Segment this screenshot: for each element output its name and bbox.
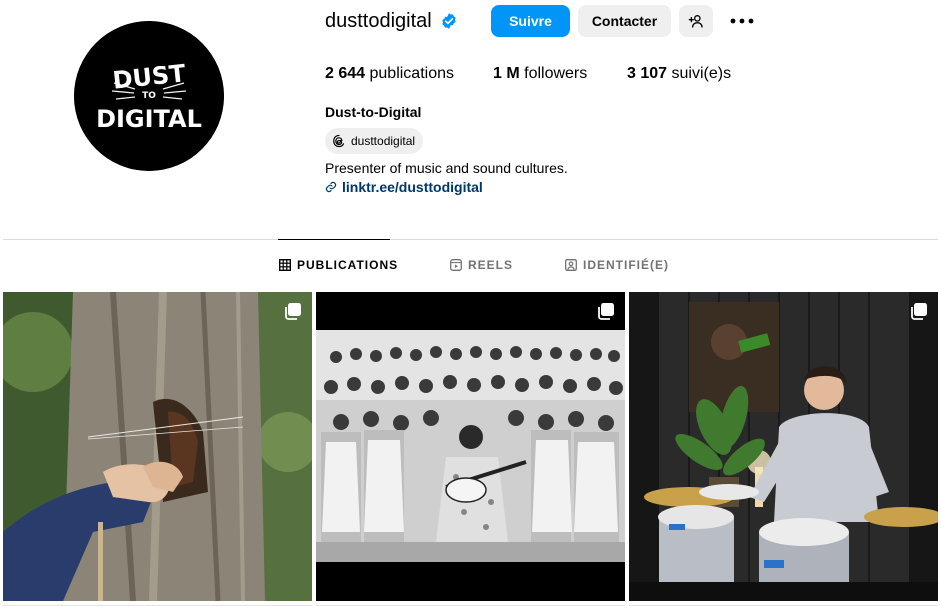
tab-tagged[interactable]: IDENTIFIÉ(E) xyxy=(565,258,669,272)
threads-link[interactable]: dusttodigital xyxy=(325,128,424,154)
profile-full-name: Dust-to-Digital xyxy=(325,104,422,120)
tab-reels-label: REELS xyxy=(468,258,514,272)
profile-avatar[interactable]: DUST TO DIGITAL xyxy=(74,21,224,171)
tab-publications[interactable]: PUBLICATIONS xyxy=(279,258,398,272)
post-image-drummer xyxy=(629,292,938,601)
following-count[interactable]: 3 107 suivi(e)s xyxy=(627,65,731,85)
tab-publications-label: PUBLICATIONS xyxy=(297,258,399,272)
followers-count-label: followers xyxy=(524,65,588,82)
profile-tabs: PUBLICATIONS REELS IDENTIFIÉ(E) xyxy=(0,258,941,276)
logo-text-bottom: DIGITAL xyxy=(96,105,202,133)
posts-count: 2 644 publications xyxy=(325,65,493,85)
profile-bio: Presenter of music and sound cultures. xyxy=(325,160,568,176)
more-options-icon xyxy=(730,18,754,24)
follow-button[interactable]: Suivre xyxy=(491,5,570,37)
active-tab-indicator xyxy=(278,239,390,240)
tagged-icon xyxy=(565,259,577,271)
post-image-choir xyxy=(316,292,625,601)
suggest-accounts-button[interactable] xyxy=(679,5,713,37)
tab-reels[interactable]: REELS xyxy=(450,258,513,272)
carousel-icon xyxy=(285,303,301,320)
profile-stats: 2 644 publications 1 M followers 3 107 s… xyxy=(325,65,731,85)
post-thumbnail[interactable] xyxy=(629,292,938,601)
post-thumbnail[interactable] xyxy=(316,292,625,601)
grid-icon xyxy=(279,259,291,271)
verified-badge-icon xyxy=(442,13,456,29)
carousel-icon xyxy=(911,303,927,320)
dust-to-digital-logo: DUST TO DIGITAL xyxy=(74,21,224,171)
username[interactable]: dusttodigital xyxy=(325,10,432,33)
tab-tagged-label: IDENTIFIÉ(E) xyxy=(583,258,669,272)
link-icon xyxy=(325,181,337,193)
profile-link[interactable]: linktr.ee/dusttodigital xyxy=(325,179,483,195)
username-row: dusttodigital xyxy=(325,6,458,36)
following-count-value: 3 107 xyxy=(627,65,668,82)
threads-handle: dusttodigital xyxy=(351,134,416,148)
section-divider xyxy=(3,239,938,240)
posts-count-label: publications xyxy=(369,65,455,82)
contact-button[interactable]: Contacter xyxy=(578,5,671,37)
profile-link-text: linktr.ee/dusttodigital xyxy=(342,179,483,195)
post-image-tree-string xyxy=(3,292,312,601)
posts-grid xyxy=(3,292,938,606)
followers-count[interactable]: 1 M followers xyxy=(493,65,627,85)
add-person-icon xyxy=(688,15,703,28)
post-thumbnail[interactable] xyxy=(3,292,312,601)
followers-count-value: 1 M xyxy=(493,65,520,82)
reels-icon xyxy=(450,259,462,271)
carousel-icon xyxy=(598,303,614,320)
logo-text-mid: TO xyxy=(142,91,156,101)
following-count-label: suivi(e)s xyxy=(671,65,732,82)
more-options-button[interactable] xyxy=(726,10,758,32)
posts-count-value: 2 644 xyxy=(325,65,366,82)
threads-icon xyxy=(333,134,345,148)
